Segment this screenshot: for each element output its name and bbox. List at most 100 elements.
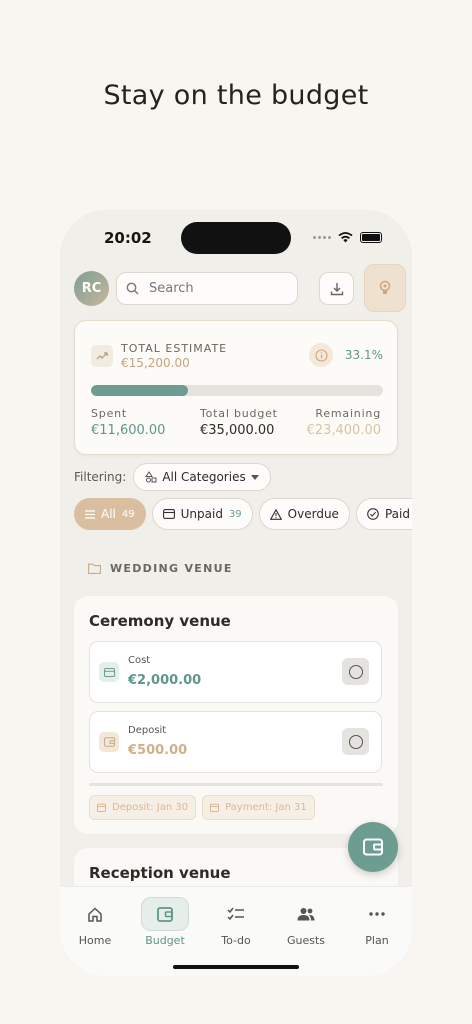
filter-label: Filtering:: [74, 470, 127, 484]
payment-date-tag: Payment: Jan 31: [202, 795, 315, 820]
filter-row: Filtering: All Categories: [74, 463, 271, 491]
more-icon: [353, 897, 401, 931]
bottom-nav: Home Budget To-do Guests Plan: [60, 886, 412, 976]
calendar-icon: [97, 803, 106, 812]
nav-todo-label: To-do: [221, 934, 251, 947]
info-icon: [314, 348, 328, 362]
spent-label: Spent: [91, 407, 128, 420]
deposit-date-label: Deposit: Jan 30: [112, 802, 189, 813]
idea-button[interactable]: [364, 264, 406, 312]
nav-budget[interactable]: Budget: [135, 897, 195, 947]
section-title: WEDDING VENUE: [88, 562, 233, 575]
dynamic-island: [181, 222, 291, 254]
home-indicator: [173, 965, 299, 969]
chip-unpaid[interactable]: Unpaid 39: [151, 498, 253, 530]
calendar-icon: [210, 803, 220, 812]
card-icon: [162, 509, 175, 519]
categories-icon: [145, 471, 157, 483]
check-circle-icon: [367, 508, 379, 520]
deposit-line-item[interactable]: Deposit €500.00: [89, 711, 382, 773]
estimate-value: €15,200.00: [121, 356, 190, 370]
cost-amount: €2,000.00: [128, 673, 202, 688]
wallet-icon: [363, 838, 383, 856]
spent-stat: Spent €11,600.00: [91, 407, 165, 438]
chip-overdue-label: Overdue: [287, 507, 339, 521]
total-budget-stat: Total budget €35,000.00: [200, 407, 278, 438]
total-budget-label: Total budget: [200, 407, 278, 420]
date-tags: Deposit: Jan 30 Payment: Jan 31: [89, 795, 315, 820]
budget-progress-bar: [91, 385, 383, 396]
payment-date-label: Payment: Jan 31: [225, 802, 307, 813]
download-icon: [330, 282, 343, 295]
phone-frame: 20:02 RC Search TOTAL ESTIMATE €15,200.0…: [60, 210, 412, 976]
nav-plan-label: Plan: [365, 934, 389, 947]
status-time: 20:02: [104, 229, 152, 247]
avatar[interactable]: RC: [74, 271, 109, 306]
deposit-paid-toggle[interactable]: [342, 728, 369, 755]
nav-budget-label: Budget: [145, 934, 185, 947]
warning-icon: [269, 508, 282, 520]
cost-label: Cost: [128, 655, 151, 666]
budget-item-title: Ceremony venue: [89, 612, 231, 630]
spent-value: €11,600.00: [91, 423, 166, 438]
card-divider: [89, 783, 383, 786]
guests-icon: [282, 897, 330, 931]
nav-home-label: Home: [78, 934, 112, 947]
folder-icon: [88, 563, 101, 574]
page-headline: Stay on the budget: [103, 80, 369, 111]
chip-all[interactable]: All 49: [74, 498, 146, 530]
chip-unpaid-label: Unpaid: [180, 507, 223, 521]
trend-icon: [91, 345, 113, 367]
budget-item-title-2: Reception venue: [89, 864, 231, 882]
category-dropdown-label: All Categories: [162, 470, 246, 484]
info-button[interactable]: [309, 343, 333, 367]
nav-guests[interactable]: Guests: [276, 897, 336, 947]
nav-todo[interactable]: To-do: [206, 897, 266, 947]
top-bar: RC Search: [74, 264, 412, 312]
chip-all-label: All: [101, 507, 116, 521]
search-icon: [126, 282, 139, 295]
search-input[interactable]: Search: [116, 272, 298, 305]
nav-home[interactable]: Home: [65, 897, 125, 947]
budget-progress-fill: [91, 385, 188, 396]
total-budget-value: €35,000.00: [200, 423, 275, 438]
chip-paid[interactable]: Paid 10: [355, 498, 412, 530]
chevron-down-icon: [250, 474, 259, 480]
card-icon: [99, 662, 119, 682]
chip-paid-label: Paid: [384, 507, 410, 521]
battery-icon: [360, 232, 382, 243]
add-expense-button[interactable]: [348, 822, 398, 872]
status-icons: [313, 232, 382, 243]
section-title-label: WEDDING VENUE: [110, 562, 233, 575]
wallet-icon: [141, 897, 189, 931]
deposit-date-tag: Deposit: Jan 30: [89, 795, 197, 820]
estimate-label: TOTAL ESTIMATE: [121, 342, 228, 355]
circle-icon: [348, 734, 363, 749]
signal-icon: [313, 236, 331, 239]
chip-overdue[interactable]: Overdue: [258, 498, 350, 530]
cost-line-item[interactable]: Cost €2,000.00: [89, 641, 382, 703]
status-filter-chips: All 49 Unpaid 39 Overdue Paid 10: [74, 498, 412, 530]
category-dropdown[interactable]: All Categories: [133, 463, 271, 491]
nav-guests-label: Guests: [286, 934, 326, 947]
estimate-percent: 33.1%: [344, 348, 383, 362]
remaining-value: €23,400.00: [306, 423, 381, 438]
home-icon: [71, 897, 119, 931]
search-placeholder: Search: [149, 281, 194, 296]
list-icon: [85, 509, 95, 519]
circle-icon: [348, 664, 363, 679]
remaining-label: Remaining: [315, 407, 381, 420]
budget-item-card[interactable]: Ceremony venue Cost €2,000.00 Deposit €5…: [74, 596, 398, 834]
wallet-icon: [99, 732, 119, 752]
estimate-card: TOTAL ESTIMATE €15,200.00 33.1% Spent €1…: [74, 320, 398, 455]
chip-all-count: 49: [121, 508, 135, 520]
cost-paid-toggle[interactable]: [342, 658, 369, 685]
download-button[interactable]: [319, 272, 354, 305]
nav-plan[interactable]: Plan: [347, 897, 407, 947]
wifi-icon: [338, 232, 353, 243]
chip-unpaid-count: 39: [228, 508, 242, 520]
deposit-label: Deposit: [128, 725, 167, 736]
deposit-amount: €500.00: [128, 743, 188, 758]
lightbulb-icon: [379, 280, 391, 294]
checklist-icon: [212, 897, 260, 931]
